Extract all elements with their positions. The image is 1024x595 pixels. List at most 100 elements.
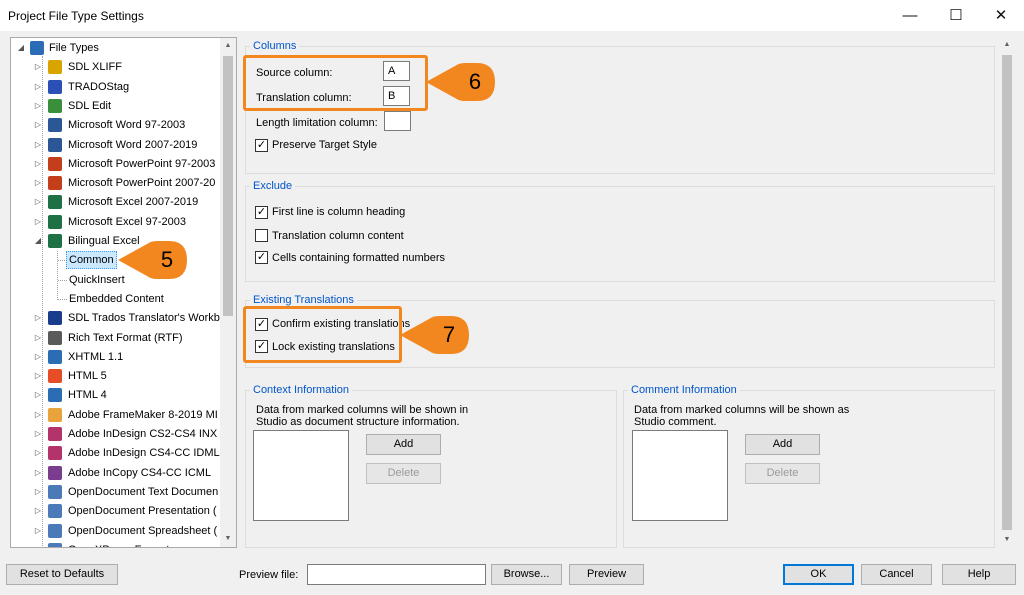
expand-arrow-icon[interactable]: ▷ bbox=[34, 193, 42, 211]
expand-arrow-icon[interactable]: ▷ bbox=[34, 367, 42, 385]
file-type-tree[interactable]: ◢ File Types ▷ SDL XLIFF ▷ TRADOStag ▷ SDL Edit… bbox=[10, 37, 237, 548]
tree-item[interactable]: ◢ File Types bbox=[11, 39, 219, 57]
help-button[interactable]: Help bbox=[942, 564, 1016, 585]
tree-item-label: Adobe InCopy CS4-CC ICML bbox=[68, 466, 212, 479]
expand-arrow-icon[interactable]: ▷ bbox=[34, 136, 42, 154]
tree-item-label: XHTML 1.1 bbox=[68, 350, 124, 363]
tree-item[interactable]: ▷ Microsoft PowerPoint 2007-20 bbox=[11, 174, 219, 192]
expand-arrow-icon[interactable]: ▷ bbox=[34, 444, 42, 462]
tree-item-label: OpenDocument Spreadsheet ( bbox=[68, 524, 218, 537]
translation-column-content-checkbox[interactable] bbox=[255, 229, 268, 242]
tree-item[interactable]: ▷ Adobe InDesign CS4-CC IDML bbox=[11, 444, 220, 462]
expand-arrow-icon[interactable]: ▷ bbox=[34, 522, 42, 540]
expand-arrow-icon[interactable]: ▷ bbox=[34, 213, 42, 231]
comment-add-button[interactable]: Add bbox=[745, 434, 820, 455]
tree-item[interactable]: ▷ XHTML 1.1 bbox=[11, 348, 219, 366]
expand-arrow-icon[interactable]: ▷ bbox=[34, 425, 42, 443]
scrollbar-thumb[interactable] bbox=[223, 56, 233, 316]
tree-item[interactable]: ▷ SDL Trados Translator's Workb bbox=[11, 309, 220, 327]
odt-icon bbox=[48, 484, 62, 499]
minimize-button[interactable]: — bbox=[887, 0, 933, 31]
collapse-arrow-icon[interactable]: ◢ bbox=[34, 232, 42, 250]
tree-item[interactable]: ▷ Adobe FrameMaker 8-2019 MI bbox=[11, 406, 219, 424]
tree-item[interactable]: ▷ Microsoft PowerPoint 97-2003 bbox=[11, 155, 219, 173]
tree-item[interactable]: ▷ Microsoft Word 2007-2019 bbox=[11, 136, 219, 154]
expand-arrow-icon[interactable]: ▷ bbox=[34, 116, 42, 134]
tree-item-label: SDL Edit bbox=[68, 99, 112, 112]
tree-item[interactable]: ▷ OpenDocument Spreadsheet ( bbox=[11, 522, 219, 540]
expand-arrow-icon[interactable]: ▷ bbox=[34, 348, 42, 366]
preview-file-input[interactable] bbox=[307, 564, 486, 585]
tree-item[interactable]: Embedded Content bbox=[11, 290, 219, 308]
tree-item[interactable]: ▷ Microsoft Excel 97-2003 bbox=[11, 213, 219, 231]
bilingual-excel-icon bbox=[48, 234, 62, 248]
tree-item[interactable]: ▷ OpenDocument Text Documen bbox=[11, 483, 219, 501]
tree-item[interactable]: ▷ HTML 5 bbox=[11, 367, 219, 385]
tree-item[interactable]: ▷ Rich Text Format (RTF) bbox=[11, 329, 219, 347]
callout-5-number: 5 bbox=[160, 247, 174, 272]
tree-item[interactable]: ▷ SDL XLIFF bbox=[11, 58, 219, 76]
comment-columns-list[interactable] bbox=[632, 430, 728, 521]
context-columns-list[interactable] bbox=[253, 430, 349, 521]
close-button[interactable]: ✕ bbox=[978, 0, 1024, 31]
comment-delete-button[interactable]: Delete bbox=[745, 463, 820, 484]
expand-arrow-icon[interactable]: ▷ bbox=[34, 464, 42, 482]
browse-button[interactable]: Browse... bbox=[491, 564, 562, 585]
ods-icon bbox=[48, 523, 62, 538]
maximize-button[interactable]: ☐ bbox=[933, 0, 979, 31]
preserve-target-style-label: Preserve Target Style bbox=[272, 139, 377, 151]
preview-button[interactable]: Preview bbox=[569, 564, 644, 585]
settings-scroll-up-icon[interactable]: ▲ bbox=[999, 37, 1015, 53]
callout-7-number: 7 bbox=[442, 322, 456, 347]
gear-folder-icon bbox=[30, 41, 44, 55]
tree-item[interactable]: ▷ TRADOStag bbox=[11, 78, 219, 96]
tree-item[interactable]: ▷ SDL Edit bbox=[11, 97, 219, 115]
expand-arrow-icon[interactable]: ▷ bbox=[34, 58, 42, 76]
tree-item[interactable]: ▷ OpenXPaper Format bbox=[11, 541, 219, 547]
tree-item-label: Microsoft Excel 2007-2019 bbox=[68, 196, 199, 209]
odp-icon bbox=[48, 504, 62, 519]
settings-scroll-down-icon[interactable]: ▼ bbox=[999, 532, 1015, 548]
first-line-heading-checkbox[interactable]: ✓ bbox=[255, 206, 268, 219]
powerpoint-97-icon bbox=[48, 156, 62, 171]
scroll-up-arrow-icon[interactable]: ▲ bbox=[220, 38, 236, 54]
tree-item[interactable]: ▷ Adobe InDesign CS2-CS4 INX bbox=[11, 425, 219, 443]
cancel-button[interactable]: Cancel bbox=[861, 564, 932, 585]
expand-arrow-icon[interactable]: ▷ bbox=[34, 309, 42, 327]
tree-item[interactable]: ▷ Microsoft Word 97-2003 bbox=[11, 116, 219, 134]
settings-scrollbar-thumb[interactable] bbox=[1002, 55, 1012, 530]
tree-item[interactable]: ▷ OpenDocument Presentation ( bbox=[11, 502, 219, 520]
tree-item[interactable]: ▷ Adobe InCopy CS4-CC ICML bbox=[11, 464, 219, 482]
ok-button[interactable]: OK bbox=[783, 564, 854, 585]
expand-arrow-icon[interactable]: ▷ bbox=[34, 502, 42, 520]
formatted-numbers-checkbox[interactable]: ✓ bbox=[255, 251, 268, 264]
tree-item[interactable]: ▷ Microsoft Excel 2007-2019 bbox=[11, 193, 219, 211]
expand-arrow-icon[interactable]: ▷ bbox=[34, 406, 42, 424]
expand-arrow-icon[interactable]: ▷ bbox=[34, 329, 42, 347]
expand-arrow-icon[interactable]: ▷ bbox=[34, 386, 42, 404]
tree-item-label: Adobe FrameMaker 8-2019 MI bbox=[68, 408, 218, 421]
tree-item[interactable]: ▷ HTML 4 bbox=[11, 386, 219, 404]
expand-arrow-icon[interactable]: ▷ bbox=[34, 174, 42, 192]
context-add-button[interactable]: Add bbox=[366, 434, 441, 455]
expand-arrow-icon[interactable]: ▷ bbox=[34, 483, 42, 501]
tree-item-label: TRADOStag bbox=[68, 80, 130, 93]
tradostag-icon bbox=[48, 79, 62, 94]
collapse-arrow-icon[interactable]: ◢ bbox=[17, 39, 25, 57]
indesign-idml-icon bbox=[48, 446, 62, 461]
tree-scrollbar[interactable]: ▲ ▼ bbox=[220, 38, 236, 547]
expand-arrow-icon[interactable]: ▷ bbox=[34, 78, 42, 96]
reset-to-defaults-button[interactable]: Reset to Defaults bbox=[6, 564, 118, 585]
columns-group-title: Columns bbox=[250, 40, 300, 53]
tree-item-label: Embedded Content bbox=[69, 292, 164, 305]
context-delete-button[interactable]: Delete bbox=[366, 463, 441, 484]
preserve-target-style-checkbox[interactable]: ✓ bbox=[255, 139, 268, 152]
expand-arrow-icon[interactable]: ▷ bbox=[34, 155, 42, 173]
expand-arrow-icon[interactable]: ▷ bbox=[34, 541, 42, 547]
length-limitation-input[interactable] bbox=[384, 111, 411, 131]
tree-item-label: Adobe InDesign CS4-CC IDML bbox=[68, 447, 220, 460]
expand-arrow-icon[interactable]: ▷ bbox=[34, 97, 42, 115]
title-bar: Project File Type Settings — ☐ ✕ bbox=[0, 0, 1024, 31]
settings-scrollbar[interactable]: ▲ ▼ bbox=[999, 37, 1015, 548]
scroll-down-arrow-icon[interactable]: ▼ bbox=[220, 531, 236, 547]
